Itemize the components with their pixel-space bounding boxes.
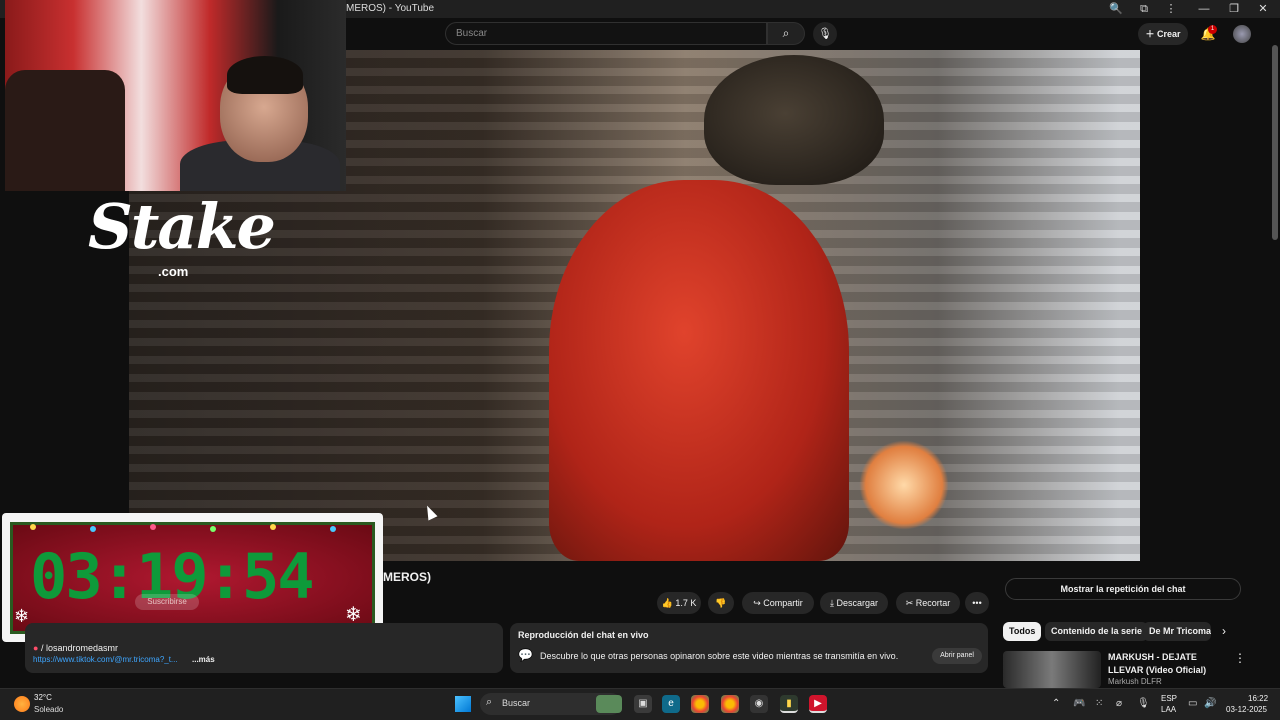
chat-replay-description: Descubre lo que otras personas opinaron … [540,651,899,661]
network-icon[interactable]: ▭ [1188,698,1197,709]
like-count: 1.7 K [675,598,697,608]
app-icon[interactable]: ▮ [780,695,798,713]
clip-label: Recortar [915,598,951,608]
clock-time[interactable]: 16:22 [1248,694,1268,703]
dislike-button[interactable]: 👎 [708,592,734,614]
webcam-sofa [5,70,125,191]
close-button[interactable]: ✕ [1256,2,1270,16]
search-button[interactable]: ⌕ [767,22,805,45]
snowflake-icon: ❄ [14,606,30,626]
voice-search-button[interactable]: 🎙 [813,22,837,46]
light-decoration [270,524,276,530]
video-person-cap [704,55,884,185]
description-link[interactable]: https://www.tiktok.com/@mr.tricoma?_t... [33,655,178,664]
scissors-icon: ✂ [905,598,916,608]
create-label: Crear [1157,29,1181,39]
search-input[interactable]: Buscar [445,22,767,45]
stake-logo: Stake [88,190,276,263]
notification-badge: 1 [1208,25,1217,34]
clip-button[interactable]: ✂ Recortar [896,592,960,614]
open-panel-button[interactable]: Abrir panel [932,648,982,664]
show-chat-replay-button[interactable]: Mostrar la repetición del chat [1005,578,1241,600]
chip-series[interactable]: Contenido de la serie [1045,622,1149,641]
keyboard-layout-indicator[interactable]: LAA [1161,705,1176,714]
windows-start-icon[interactable] [455,696,471,712]
light-decoration [150,524,156,530]
taskbar-search-icon: ⌕ [486,696,493,708]
light-decoration [90,526,96,532]
share-button[interactable]: ↪ Compartir [742,592,814,614]
light-decoration [330,526,336,532]
download-label: Descargar [836,598,878,608]
tray-expand-icon[interactable]: ⌃ [1052,698,1060,709]
recommendation-menu-icon[interactable]: ⋮ [1234,651,1246,665]
extensions-icon[interactable]: ⧉ [1137,2,1151,16]
restore-button[interactable]: ❐ [1227,2,1241,16]
video-title: MEROS) [383,570,431,584]
chevron-right-icon[interactable]: › [1222,624,1226,638]
window-title: MEROS) - YouTube [346,3,435,14]
weather-condition[interactable]: Soleado [34,705,63,714]
obs-icon[interactable]: ◉ [750,695,768,713]
recommendation-title[interactable]: MARKUSH - DEJATE LLEVAR (Video Oficial) [1108,651,1226,677]
account-avatar[interactable] [1233,25,1251,43]
plus-icon: ＋ [1145,29,1157,39]
subscribe-button[interactable]: Suscribirse [135,594,199,610]
page-scrollbar[interactable] [1272,45,1278,240]
minimize-button[interactable]: — [1197,2,1211,16]
tray-camera-off-icon[interactable]: ⌀ [1116,698,1122,709]
chrome-icon[interactable] [691,695,709,713]
chip-channel[interactable]: De Mr Tricoma [1143,622,1211,641]
video-person [549,180,849,561]
weather-sun-icon[interactable] [14,696,30,712]
volume-icon[interactable]: 🔊 [1204,698,1216,709]
video-highlight [859,440,949,530]
create-button[interactable]: ＋ Crear [1138,23,1188,45]
thumbs-down-icon: 👎 [715,598,727,608]
clock-date[interactable]: 03-12-2025 [1226,705,1267,714]
description-more-link[interactable]: ...más [192,655,215,664]
browser-menu-icon[interactable]: ⋮ [1164,2,1178,16]
download-button[interactable]: ⤓ Descargar [820,592,888,614]
light-decoration [30,524,36,530]
description-channel: ● / losandromedasmr [33,643,118,653]
chrome-profile-icon[interactable] [721,695,739,713]
tray-microphone-icon[interactable]: 🎙 [1137,698,1150,709]
light-decoration [210,526,216,532]
task-view-icon[interactable]: ▣ [634,695,652,713]
search-highlight-icon[interactable] [596,695,622,713]
chat-icon: 💬 [518,648,533,662]
webcam-person-hair [227,56,303,94]
recommendation-thumbnail[interactable] [1003,651,1101,688]
edge-icon[interactable]: e [662,695,680,713]
share-label: Compartir [763,598,803,608]
like-button[interactable]: 👍 1.7 K [657,592,701,614]
live-dot-icon: ● [33,643,41,653]
more-actions-button[interactable]: ••• [965,592,989,614]
recommendation-channel[interactable]: Markush DLFR [1108,677,1162,686]
tray-gamepad-icon[interactable]: 🎮 [1073,698,1085,709]
language-indicator[interactable]: ESP [1161,694,1177,703]
tray-grid-icon[interactable]: ⁙ [1095,698,1103,709]
chat-replay-title: Reproducción del chat en vivo [518,630,649,640]
share-icon: ↪ [753,598,764,608]
weather-temperature[interactable]: 32°C [34,693,52,702]
thumbs-up-icon: 👍 [661,598,676,608]
webcam-overlay [5,0,346,191]
chip-all[interactable]: Todos [1003,622,1042,641]
app-red-icon[interactable]: ▶ [809,695,827,713]
microphone-icon: 🎙 [818,28,832,40]
stake-logo-domain: .com [158,264,189,279]
search-icon: ⌕ [782,26,790,40]
zoom-icon[interactable]: 🔍 [1109,2,1123,16]
